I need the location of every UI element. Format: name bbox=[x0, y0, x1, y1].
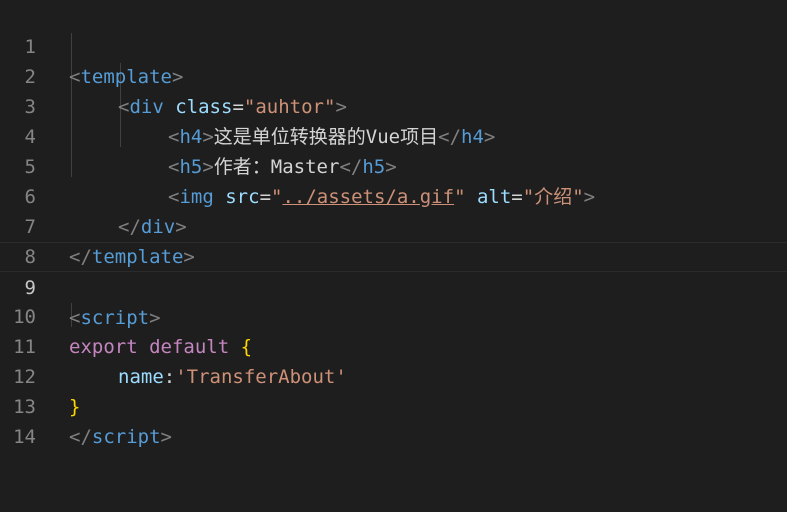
code-line[interactable]: 7 </template> bbox=[0, 182, 787, 268]
tag-bracket: > bbox=[160, 426, 172, 448]
code-line[interactable]: 10 export default { bbox=[0, 272, 787, 358]
line-number: 14 bbox=[13, 426, 36, 448]
code-line[interactable]: 11 name:'TransferAbout' bbox=[0, 302, 787, 388]
code-line[interactable]: 2 <div class="auhtor"> bbox=[0, 32, 787, 118]
code-line-current[interactable]: 9 <script> bbox=[0, 242, 787, 329]
line-content: </script> bbox=[69, 422, 172, 452]
code-line[interactable]: 8 bbox=[0, 212, 787, 268]
code-line[interactable]: 5 <img src="../assets/a.gif" alt="介绍"> bbox=[0, 122, 787, 208]
code-line[interactable]: 6 </div> bbox=[0, 152, 787, 238]
code-line[interactable]: 3 <h4>这是单位转换器的Vue项目</h4> bbox=[0, 62, 787, 148]
tag-name: script bbox=[91, 426, 161, 448]
tag-bracket: </ bbox=[69, 426, 92, 448]
code-line[interactable]: 1 <template> bbox=[0, 2, 787, 88]
code-line[interactable]: 4 <h5>作者：Master</h5> bbox=[0, 92, 787, 178]
code-line[interactable]: 12 } bbox=[0, 332, 787, 418]
code-line[interactable]: 13 </script> bbox=[0, 362, 787, 448]
code-editor[interactable]: 1 <template> 2 <div class="auhtor"> 3 <h… bbox=[0, 0, 787, 448]
code-line[interactable]: 14 bbox=[0, 392, 787, 448]
